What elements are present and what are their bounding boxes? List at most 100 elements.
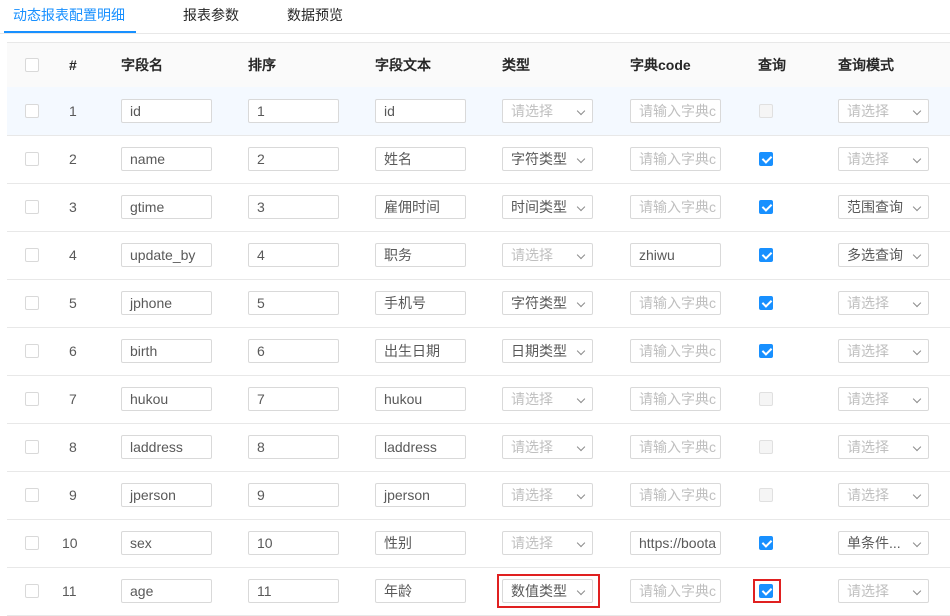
type-select[interactable]: 字符类型 [502,291,593,315]
row-index: 1 [69,103,77,119]
row-checkbox[interactable] [25,248,39,262]
field-text-input[interactable]: 出生日期 [375,339,466,363]
row-checkbox[interactable] [25,296,39,310]
field-name-input[interactable]: birth [121,339,212,363]
order-input[interactable]: 6 [248,339,339,363]
type-select[interactable]: 请选择 [502,483,593,507]
query-mode-select[interactable]: 请选择 [838,579,929,603]
order-input[interactable]: 5 [248,291,339,315]
field-name-input[interactable]: id [121,99,212,123]
row-checkbox[interactable] [25,536,39,550]
dict-code-input[interactable]: https://boota [630,531,721,555]
field-name-input[interactable]: age [121,579,212,603]
query-mode-value: 请选择 [847,295,889,311]
field-name-input[interactable]: name [121,147,212,171]
query-mode-select[interactable]: 请选择 [838,387,929,411]
row-checkbox[interactable] [25,200,39,214]
dict-code-input[interactable]: 请输入字典c [630,483,721,507]
order-input[interactable]: 8 [248,435,339,459]
tab-detail[interactable]: 动态报表配置明细 [4,0,136,33]
field-text-input[interactable]: hukou [375,387,466,411]
type-select-value: 请选择 [511,439,553,455]
type-select[interactable]: 请选择 [502,243,593,267]
dict-code-input[interactable]: 请输入字典c [630,435,721,459]
order-input[interactable]: 3 [248,195,339,219]
query-checkbox-checked[interactable] [759,200,773,214]
column-header-3: 字段文本 [375,57,431,73]
field-name-input[interactable]: jperson [121,483,212,507]
query-mode-value: 单条件... [847,535,901,551]
order-input[interactable]: 9 [248,483,339,507]
query-checkbox-checked[interactable] [759,536,773,550]
tab-preview[interactable]: 数据预览 [287,0,343,31]
order-input[interactable]: 10 [248,531,339,555]
dict-code-input[interactable]: 请输入字典c [630,195,721,219]
query-mode-value: 请选择 [847,487,889,503]
row-checkbox[interactable] [25,488,39,502]
row-index: 10 [62,535,78,551]
field-text-input[interactable]: 雇佣时间 [375,195,466,219]
query-checkbox-checked[interactable] [759,152,773,166]
field-text-input[interactable]: laddress [375,435,466,459]
type-select[interactable]: 请选择 [502,387,593,411]
field-text-input[interactable]: jperson [375,483,466,507]
field-name-input[interactable]: jphone [121,291,212,315]
type-select[interactable]: 请选择 [502,99,593,123]
query-mode-select[interactable]: 请选择 [838,99,929,123]
type-select-value: 请选择 [511,103,553,119]
select-all-checkbox[interactable] [25,58,39,72]
query-checkbox-checked[interactable] [759,296,773,310]
query-checkbox [759,392,773,406]
order-input[interactable]: 1 [248,99,339,123]
dict-code-input[interactable]: 请输入字典c [630,291,721,315]
query-mode-select[interactable]: 单条件... [838,531,929,555]
query-mode-select[interactable]: 多选查询 [838,243,929,267]
dict-code-input[interactable]: 请输入字典c [630,339,721,363]
dict-code-input[interactable]: zhiwu [630,243,721,267]
row-checkbox[interactable] [25,584,39,598]
query-mode-select[interactable]: 范围查询 [838,195,929,219]
field-text-input[interactable]: 职务 [375,243,466,267]
row-checkbox[interactable] [25,104,39,118]
query-mode-select[interactable]: 请选择 [838,339,929,363]
row-checkbox[interactable] [25,440,39,454]
query-mode-select[interactable]: 请选择 [838,435,929,459]
row-checkbox[interactable] [25,392,39,406]
chevron-down-icon [912,298,922,308]
order-input[interactable]: 2 [248,147,339,171]
query-checkbox-checked[interactable] [759,248,773,262]
query-checkbox-checked[interactable] [759,344,773,358]
query-mode-select[interactable]: 请选择 [838,291,929,315]
field-name-input[interactable]: update_by [121,243,212,267]
field-name-input[interactable]: gtime [121,195,212,219]
field-text-input[interactable]: 性别 [375,531,466,555]
query-checkbox [759,104,773,118]
field-name-input[interactable]: laddress [121,435,212,459]
field-name-input[interactable]: sex [121,531,212,555]
order-input[interactable]: 11 [248,579,339,603]
dict-code-input[interactable]: 请输入字典c [630,579,721,603]
tab-params[interactable]: 报表参数 [183,0,239,31]
field-name-input[interactable]: hukou [121,387,212,411]
chevron-down-icon [576,250,586,260]
type-select[interactable]: 日期类型 [502,339,593,363]
row-checkbox[interactable] [25,344,39,358]
type-select[interactable]: 字符类型 [502,147,593,171]
order-input[interactable]: 4 [248,243,339,267]
row-index: 6 [69,343,77,359]
query-mode-select[interactable]: 请选择 [838,483,929,507]
type-select[interactable]: 请选择 [502,531,593,555]
dict-code-input[interactable]: 请输入字典c [630,387,721,411]
field-text-input[interactable]: 年龄 [375,579,466,603]
dict-code-input[interactable]: 请输入字典c [630,99,721,123]
field-text-input[interactable]: 手机号 [375,291,466,315]
field-text-input[interactable]: 姓名 [375,147,466,171]
type-select[interactable]: 时间类型 [502,195,593,219]
row-checkbox[interactable] [25,152,39,166]
query-mode-select[interactable]: 请选择 [838,147,929,171]
dict-code-input[interactable]: 请输入字典c [630,147,721,171]
order-input[interactable]: 7 [248,387,339,411]
table-row: 3 gtime 3 雇佣时间 时间类型 请输入字典c 范围查询 [7,183,950,232]
field-text-input[interactable]: id [375,99,466,123]
type-select[interactable]: 请选择 [502,435,593,459]
